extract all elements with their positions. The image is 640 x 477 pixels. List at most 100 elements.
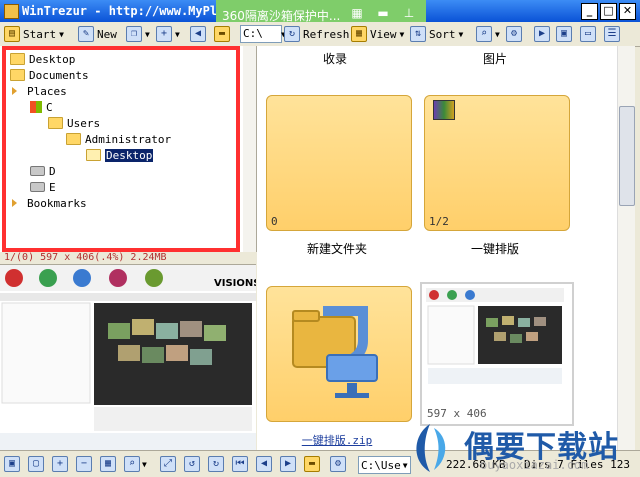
next-button[interactable]: ▶ xyxy=(280,456,296,472)
tree-item-label: Bookmarks xyxy=(27,196,87,210)
tree-item-drive-d[interactable]: D xyxy=(30,164,56,178)
layout-preview-button[interactable]: ▭ xyxy=(580,25,596,43)
chevron-down-icon: ▼ xyxy=(495,29,500,39)
thumbnails-layout-icon: ▣ xyxy=(556,26,572,42)
zoom-in-button[interactable]: + xyxy=(52,456,68,472)
fullscreen-icon: ⤢ xyxy=(160,456,176,472)
next-icon: ▶ xyxy=(280,456,296,472)
tile-image-thumbnail[interactable] xyxy=(420,282,574,426)
grid-button[interactable]: ▦ xyxy=(100,456,116,472)
archive-icon xyxy=(433,100,455,120)
add-button[interactable]: + ▼ xyxy=(156,25,180,43)
refresh-icon: ↻ xyxy=(284,26,300,42)
tools-button[interactable]: ⚙ xyxy=(506,25,522,43)
image-thumbnail xyxy=(426,288,564,416)
folder-icon[interactable]: ▬ xyxy=(376,6,390,20)
chevron-down-icon: ▼ xyxy=(142,459,147,469)
back-button[interactable]: ◀ xyxy=(190,25,206,43)
pin-icon[interactable]: ⊥ xyxy=(402,6,416,20)
new-icon: ✎ xyxy=(78,26,94,42)
options-button[interactable]: ⚙ xyxy=(330,456,346,472)
prev-button[interactable]: ◀ xyxy=(256,456,272,472)
preview-brand: VISIONS xyxy=(214,278,256,289)
watermark-logo xyxy=(416,424,446,472)
zoom-out-icon: − xyxy=(76,456,92,472)
zoom-fit-icon: ▣ xyxy=(4,456,20,472)
folder-up-button[interactable]: ▬ xyxy=(214,25,230,43)
play-button[interactable]: ▶ xyxy=(534,25,550,43)
search-icon: ⌕ xyxy=(476,26,492,42)
refresh-button[interactable]: ↻ Refresh xyxy=(284,25,349,43)
sandbox-menu-icon[interactable]: ▦ xyxy=(350,6,364,20)
fullscreen-button[interactable]: ⤢ xyxy=(160,456,176,472)
tree-item-label: Administrator xyxy=(85,132,172,146)
new-button[interactable]: ✎ New xyxy=(78,25,117,43)
folder-icon xyxy=(66,133,81,145)
zip-folder-icon xyxy=(292,306,378,398)
first-button[interactable]: ⏮ xyxy=(232,456,248,472)
maximize-button[interactable]: □ xyxy=(600,3,617,20)
start-button[interactable]: ▤ Start ▼ xyxy=(4,25,64,43)
chevron-down-icon: ▼ xyxy=(59,29,64,39)
chevron-down-icon: ▼ xyxy=(175,29,180,39)
sort-label: Sort xyxy=(429,27,456,41)
tree-item-desktop-selected[interactable]: Desktop xyxy=(86,148,154,162)
window-controls: _ □ ✕ xyxy=(581,3,636,20)
layout-list-button[interactable]: ☰ xyxy=(604,25,620,43)
rotate-right-button[interactable]: ↻ xyxy=(208,456,224,472)
chevron-down-icon: ▼ xyxy=(458,29,464,39)
tree-item-label: C xyxy=(46,100,53,114)
zoom-actual-button[interactable]: ▢ xyxy=(28,456,44,472)
folder-button[interactable]: ▬ xyxy=(304,456,320,472)
path-field[interactable]: C:\ xyxy=(240,25,282,43)
magnifier-icon: ⌕ xyxy=(124,456,140,472)
tree-item-drive-e[interactable]: E xyxy=(30,180,56,194)
scrollbar-thumb[interactable] xyxy=(619,106,635,206)
copy-button[interactable]: ❐ ▼ xyxy=(126,25,150,43)
tree-item-drive-c[interactable]: C xyxy=(30,100,53,114)
tree-item-administrator[interactable]: Administrator xyxy=(66,132,171,146)
tree-scrollbar[interactable] xyxy=(243,46,256,252)
tree-item-label: Documents xyxy=(29,68,89,82)
tree-item-label: E xyxy=(49,180,56,194)
view-label: View xyxy=(370,27,397,41)
search-button[interactable]: ⌕ ▼ xyxy=(476,25,500,43)
watermark-url: ouyaoxiazai.com xyxy=(480,458,589,472)
tree-item-desktop[interactable]: Desktop xyxy=(10,52,75,66)
layout-thumbs-button[interactable]: ▣ xyxy=(556,25,572,43)
column-header-1: 收录 xyxy=(323,52,348,66)
tree-item-places[interactable]: Places xyxy=(12,84,67,98)
tile-link-label[interactable]: 一键排版.zip xyxy=(257,432,417,448)
zoom-out-button[interactable]: − xyxy=(76,456,92,472)
toolbar: ▤ Start ▼ ✎ New ❐ ▼ + ▼ ◀ ▬ C:\ ▼ ↻ Refr… xyxy=(0,22,640,47)
preview-screenshot xyxy=(0,265,256,451)
zoom-actual-icon: ▢ xyxy=(28,456,44,472)
tile-label: 新建文件夹 xyxy=(306,242,367,256)
sort-button[interactable]: ⇅ Sort ▼ xyxy=(410,25,463,43)
view-button[interactable]: ▦ View ▼ xyxy=(351,25,404,43)
rotate-left-icon: ↺ xyxy=(184,456,200,472)
chevron-down-icon: ▼ xyxy=(145,29,150,39)
close-button[interactable]: ✕ xyxy=(619,3,636,20)
options-icon: ⚙ xyxy=(330,456,346,472)
tile-label: 一键排版 xyxy=(470,242,519,256)
rotate-left-button[interactable]: ↺ xyxy=(184,456,200,472)
plus-icon: + xyxy=(156,26,172,42)
tree-item-users[interactable]: Users xyxy=(48,116,100,130)
magnifier-button[interactable]: ⌕ ▼ xyxy=(124,456,147,472)
tree-item-documents[interactable]: Documents xyxy=(10,68,89,82)
expand-arrow-icon xyxy=(12,87,17,95)
first-icon: ⏮ xyxy=(232,456,248,472)
tree-item-label: Users xyxy=(67,116,101,130)
tree-item-bookmarks[interactable]: Bookmarks xyxy=(12,196,87,210)
content-scrollbar[interactable] xyxy=(617,46,635,450)
site-watermark: 偶要下载站 ouyaoxiazai.com xyxy=(400,420,640,476)
image-dimensions: 597 x 406 xyxy=(427,407,487,420)
minimize-button[interactable]: _ xyxy=(581,3,598,20)
folder-icon: ▬ xyxy=(304,456,320,472)
zoom-fit-button[interactable]: ▣ xyxy=(4,456,20,472)
tile-zip-file[interactable] xyxy=(266,286,412,422)
tile-new-folder[interactable]: 0 xyxy=(266,95,412,231)
tile-one-click-layout[interactable]: 1/2 xyxy=(424,95,570,231)
folder-icon xyxy=(48,117,63,129)
